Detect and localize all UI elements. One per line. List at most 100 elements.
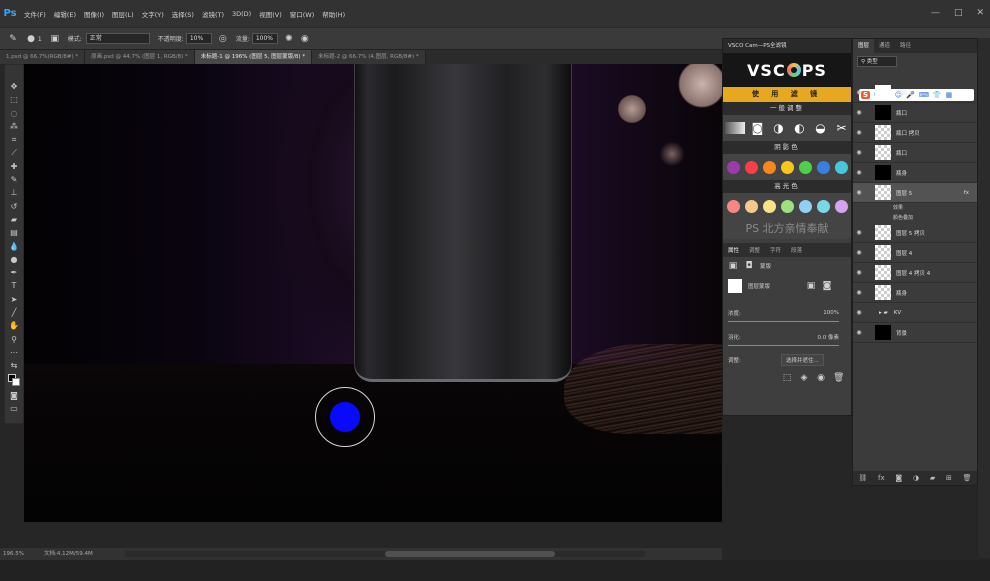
menu-type[interactable]: 文字(Y) <box>138 9 168 19</box>
eye-icon[interactable]: ◉ <box>853 229 865 236</box>
shadow-color-swatch[interactable] <box>780 160 794 174</box>
eye-icon[interactable]: ◉ <box>853 249 865 256</box>
lasso-tool-icon[interactable]: ◌ <box>8 108 20 119</box>
effects-label[interactable]: 效果 <box>853 203 977 213</box>
airbrush-icon[interactable]: ✺ <box>284 34 294 44</box>
tab-properties[interactable]: 属性 <box>723 246 744 254</box>
blur-tool-icon[interactable]: 💧 <box>8 241 20 252</box>
move-tool-icon[interactable]: ✥ <box>8 81 20 92</box>
foreground-background-color[interactable] <box>8 373 20 388</box>
brush-panel-icon[interactable]: ▣ <box>50 34 60 44</box>
add-mask-icon[interactable]: ◙ <box>895 474 902 482</box>
layer-row[interactable]: ◉ 图层 5 拷贝 <box>853 223 977 243</box>
shadow-color-swatch[interactable] <box>834 160 848 174</box>
layer-row[interactable]: ◉ 图层 4 拷贝 4 <box>853 263 977 283</box>
shadow-color-swatch[interactable] <box>744 160 758 174</box>
vector-mask-add-icon[interactable]: ◙ <box>822 281 832 291</box>
exposure-icon[interactable]: ◒ <box>813 121 829 135</box>
layer-row[interactable]: ◉ 黑白 1 <box>853 83 977 103</box>
zoom-level[interactable]: 196.5% <box>3 548 24 560</box>
menu-edit[interactable]: 编辑(E) <box>50 9 80 19</box>
visibility-icon[interactable]: ◉ <box>816 373 826 383</box>
dodge-tool-icon[interactable]: ● <box>8 254 20 265</box>
eye-icon[interactable]: ◉ <box>853 189 865 196</box>
layer-row[interactable]: ◉ ▸ ▰ KV <box>853 303 977 323</box>
minimize-button[interactable]: — <box>931 8 940 18</box>
shadow-color-swatch[interactable] <box>798 160 812 174</box>
crop-tool-icon[interactable]: ⌗ <box>8 134 20 145</box>
highlight-color-swatch[interactable] <box>798 199 812 213</box>
menu-filter[interactable]: 滤镜(T) <box>198 9 228 19</box>
menu-file[interactable]: 文件(F) <box>20 9 50 19</box>
eye-icon[interactable]: ◉ <box>853 169 865 176</box>
load-selection-icon[interactable]: ⬚ <box>782 373 792 383</box>
healing-brush-tool-icon[interactable]: ✚ <box>8 161 20 172</box>
doc-tab[interactable]: 原画.psd @ 44.7% (图层 1, RGB/8) * <box>85 50 195 64</box>
layer-row[interactable]: ◉ 瓶身 <box>853 163 977 183</box>
color-overlay-label[interactable]: 颜色叠加 <box>853 213 977 223</box>
brightness-icon[interactable]: ◐ <box>792 121 808 135</box>
select-mask-icon[interactable]: ▣ <box>806 281 816 291</box>
type-tool-icon[interactable]: T <box>8 280 20 291</box>
select-and-mask-button[interactable]: 选择并遮住... <box>781 354 824 366</box>
screen-mode-icon[interactable]: ▭ <box>8 403 20 414</box>
more-tools-icon[interactable]: ⋯ <box>8 347 20 358</box>
eye-icon[interactable]: ◉ <box>853 89 865 96</box>
tab-channels[interactable]: 通道 <box>874 39 895 53</box>
menu-image[interactable]: 图像(I) <box>80 9 108 19</box>
layer-row[interactable]: ◉ 瓶口 <box>853 103 977 123</box>
tools-icon[interactable]: ✂ <box>834 121 850 135</box>
link-layers-icon[interactable]: ⛓ <box>858 474 867 482</box>
shadow-color-swatch[interactable] <box>762 160 776 174</box>
scrollbar-thumb[interactable] <box>385 551 555 557</box>
menu-layer[interactable]: 图层(L) <box>108 9 138 19</box>
vector-mask-icon[interactable]: ◘ <box>744 261 754 271</box>
density-slider[interactable] <box>728 321 839 322</box>
close-button[interactable]: ✕ <box>976 8 984 18</box>
layer-row[interactable]: ◉ 图层 4 <box>853 243 977 263</box>
opacity-input[interactable]: 10% <box>185 33 212 44</box>
density-value[interactable]: 100% <box>823 310 839 316</box>
pressure-size-icon[interactable]: ◉ <box>300 34 310 44</box>
apply-filter-button[interactable]: 使 用 滤 镜 <box>723 87 851 102</box>
eye-icon[interactable]: ◉ <box>853 289 865 296</box>
new-layer-icon[interactable]: ⊞ <box>946 474 952 482</box>
delete-mask-icon[interactable]: 🗑 <box>833 373 844 383</box>
adjustment-layer-icon[interactable]: ◑ <box>913 474 919 482</box>
layer-row[interactable]: ◉ 背景 <box>853 323 977 343</box>
tab-paths[interactable]: 路径 <box>895 39 916 53</box>
levels-icon[interactable]: ◙ <box>750 121 766 135</box>
layer-row[interactable]: ◉ 瓶口 拷贝 <box>853 123 977 143</box>
menu-help[interactable]: 帮助(H) <box>318 9 349 19</box>
hand-tool-icon[interactable]: ✋ <box>8 320 20 331</box>
eye-icon[interactable]: ◉ <box>853 329 865 336</box>
doc-tab-active[interactable]: 未标题-1 @ 196% (图层 5, 图层蒙版/8) * <box>194 50 313 64</box>
magic-wand-tool-icon[interactable]: ⁂ <box>8 121 20 132</box>
brush-tool-icon[interactable]: ✎ <box>8 34 18 44</box>
doc-tab[interactable]: 未标题-2 @ 66.7% (4,图层, RGB/8#) * <box>312 50 426 64</box>
layer-row[interactable]: ◉ 图层 5 fx <box>853 183 977 203</box>
pressure-opacity-icon[interactable]: ◎ <box>218 34 228 44</box>
eraser-tool-icon[interactable]: ▰ <box>8 214 20 225</box>
new-group-icon[interactable]: ▰ <box>930 474 935 482</box>
contrast-icon[interactable]: ◑ <box>771 121 787 135</box>
marquee-tool-icon[interactable]: ⬚ <box>8 94 20 105</box>
menu-window[interactable]: 窗口(W) <box>286 9 319 19</box>
delete-layer-icon[interactable]: 🗑 <box>963 474 972 482</box>
eye-icon[interactable]: ◉ <box>853 149 865 156</box>
swap-colors-icon[interactable]: ⇆ <box>8 360 20 371</box>
doc-tab[interactable]: 1.psd @ 66.7%(RGB/8#) * <box>0 50 86 64</box>
history-brush-tool-icon[interactable]: ↺ <box>8 201 20 212</box>
folder-icon[interactable]: ▸ ▰ <box>879 310 888 316</box>
maximize-button[interactable]: □ <box>954 8 963 18</box>
tab-layers[interactable]: 图层 <box>853 39 875 53</box>
feather-slider[interactable] <box>728 345 839 346</box>
eye-icon[interactable]: ◉ <box>853 129 865 136</box>
zoom-tool-icon[interactable]: ⚲ <box>8 334 20 345</box>
pixel-mask-icon[interactable]: ▣ <box>728 261 738 271</box>
gradient-swatch-icon[interactable] <box>724 122 745 134</box>
flow-input[interactable]: 100% <box>251 33 278 44</box>
gradient-tool-icon[interactable]: ▤ <box>8 227 20 238</box>
eye-icon[interactable]: ◉ <box>853 269 865 276</box>
pen-tool-icon[interactable]: ✒ <box>8 267 20 278</box>
